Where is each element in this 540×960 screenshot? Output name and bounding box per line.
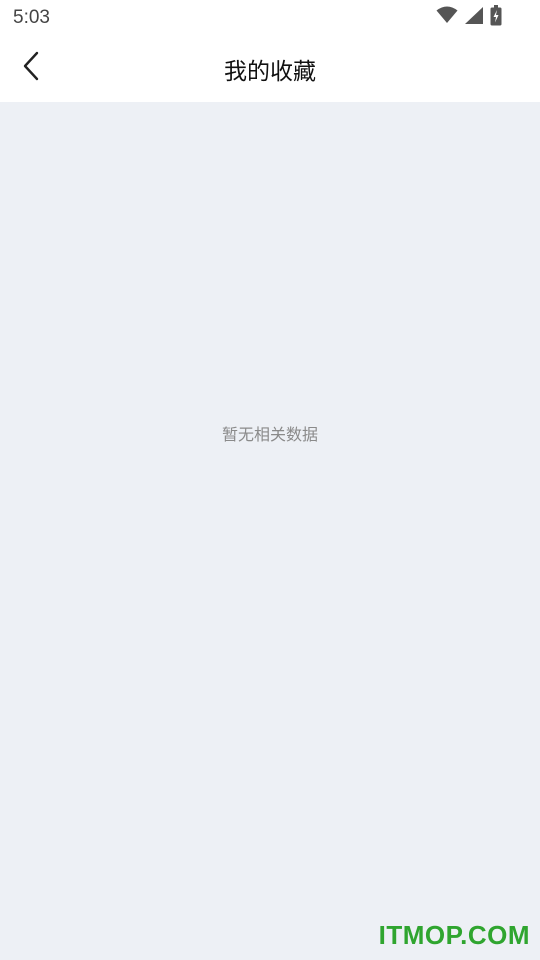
cellular-signal-icon (464, 6, 484, 29)
wifi-icon (436, 6, 458, 28)
battery-charging-icon (490, 4, 502, 30)
nav-bar: 我的收藏 (0, 36, 540, 102)
status-time: 5:03 (13, 7, 50, 28)
status-bar: 5:03 (0, 0, 540, 36)
watermark-logo: ITMOP.COM (378, 920, 530, 950)
page-title: 我的收藏 (224, 59, 316, 85)
empty-state-message: 暂无相关数据 (221, 425, 318, 444)
status-icons (436, 4, 502, 30)
favorites-content: 暂无相关数据 (0, 102, 540, 960)
